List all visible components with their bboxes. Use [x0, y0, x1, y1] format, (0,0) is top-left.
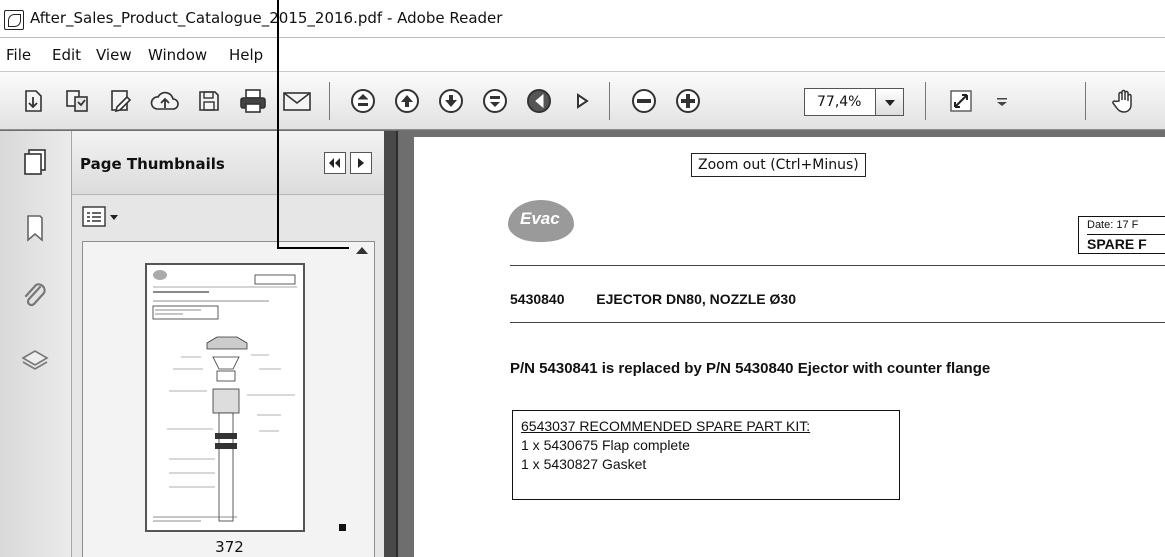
part-heading: 5430840 EJECTOR DN80, NOZZLE Ø30 — [510, 291, 796, 307]
header-rule — [510, 265, 1165, 266]
convert-icon[interactable] — [60, 84, 94, 118]
zoom-level-value: 77,4% — [817, 94, 862, 110]
page-number-label: 372 — [215, 538, 244, 556]
zoom-in-icon[interactable] — [671, 84, 705, 118]
zoom-level-combobox[interactable]: 77,4% — [804, 88, 904, 116]
pdf-page: Evac Date: 17 F SPARE F 5430840 EJECTOR … — [414, 137, 1165, 557]
document-viewport[interactable]: Evac Date: 17 F SPARE F 5430840 EJECTOR … — [398, 131, 1165, 557]
toolbar-separator — [1085, 82, 1086, 120]
page-thumbnails-icon[interactable] — [18, 145, 52, 179]
document-header-box: Date: 17 F SPARE F — [1078, 216, 1165, 254]
callout-line — [277, 0, 279, 249]
thumbnail-options-button[interactable] — [82, 205, 126, 229]
menu-help[interactable]: Help — [229, 46, 263, 64]
menu-bar: File Edit View Window Help — [0, 38, 1165, 72]
previous-page-icon[interactable] — [390, 84, 424, 118]
zoom-out-icon[interactable] — [627, 84, 661, 118]
kit-title: 6543037 RECOMMENDED SPARE PART KIT: — [521, 418, 811, 434]
thumbnail-resize-handle[interactable] — [339, 524, 346, 531]
attachments-icon[interactable] — [18, 279, 52, 313]
logo-text: Evac — [520, 209, 560, 228]
email-icon[interactable] — [280, 84, 314, 118]
layers-icon[interactable] — [18, 343, 52, 377]
replacement-note: P/N 5430841 is replaced by P/N 5430840 E… — [510, 360, 991, 377]
menu-view[interactable]: View — [96, 46, 132, 64]
zoom-dropdown-arrow[interactable] — [875, 89, 903, 115]
first-page-icon[interactable] — [346, 84, 380, 118]
last-page-icon[interactable] — [478, 84, 512, 118]
toolbar-overflow-icon[interactable] — [985, 84, 1019, 118]
part-number: 5430840 — [510, 291, 565, 307]
toolbar-separator — [609, 82, 610, 120]
toolbar-separator — [925, 82, 926, 120]
zoom-out-tooltip: Zoom out (Ctrl+Minus) — [691, 153, 866, 177]
document-date: Date: 17 F — [1087, 219, 1139, 231]
hand-tool-icon[interactable] — [1108, 84, 1142, 118]
collapse-panel-button[interactable] — [324, 152, 346, 174]
part-description: EJECTOR DN80, NOZZLE Ø30 — [596, 291, 796, 307]
title-bar: After_Sales_Product_Catalogue_2015_2016.… — [0, 0, 1165, 38]
print-icon[interactable] — [236, 84, 270, 118]
upload-cloud-icon[interactable] — [148, 84, 182, 118]
spare-part-kit-box: 6543037 RECOMMENDED SPARE PART KIT: 1 x … — [512, 410, 900, 500]
menu-window[interactable]: Window — [148, 46, 207, 64]
toolbar: 77,4% — [0, 72, 1165, 130]
expand-panel-button[interactable] — [350, 152, 372, 174]
thumbnails-panel-header: Page Thumbnails — [72, 131, 384, 195]
menu-file[interactable]: File — [6, 46, 31, 64]
sign-icon[interactable] — [104, 84, 138, 118]
document-header-title: SPARE F — [1087, 234, 1165, 252]
menu-edit[interactable]: Edit — [52, 46, 81, 64]
next-page-icon[interactable] — [434, 84, 468, 118]
fit-page-icon[interactable] — [944, 84, 978, 118]
scroll-up-arrow[interactable] — [356, 247, 368, 254]
adobe-reader-app-icon — [4, 10, 24, 30]
create-pdf-icon[interactable] — [16, 84, 50, 118]
navigation-rail — [0, 131, 72, 557]
go-back-icon[interactable] — [522, 84, 556, 118]
window-title: After_Sales_Product_Catalogue_2015_2016.… — [30, 9, 503, 27]
page-thumbnail[interactable] — [145, 263, 305, 532]
toolbar-separator — [329, 82, 330, 120]
kit-item: 1 x 5430827 Gasket — [521, 456, 647, 472]
save-icon[interactable] — [192, 84, 226, 118]
section-rule — [510, 322, 1165, 323]
kit-item: 1 x 5430675 Flap complete — [521, 437, 690, 453]
thumbnail-list[interactable]: 372 — [82, 241, 375, 557]
panel-title: Page Thumbnails — [80, 155, 225, 173]
callout-line — [277, 247, 349, 249]
go-forward-icon[interactable] — [566, 84, 600, 118]
bookmarks-icon[interactable] — [18, 211, 52, 245]
thumbnails-panel: 372 — [72, 195, 384, 557]
